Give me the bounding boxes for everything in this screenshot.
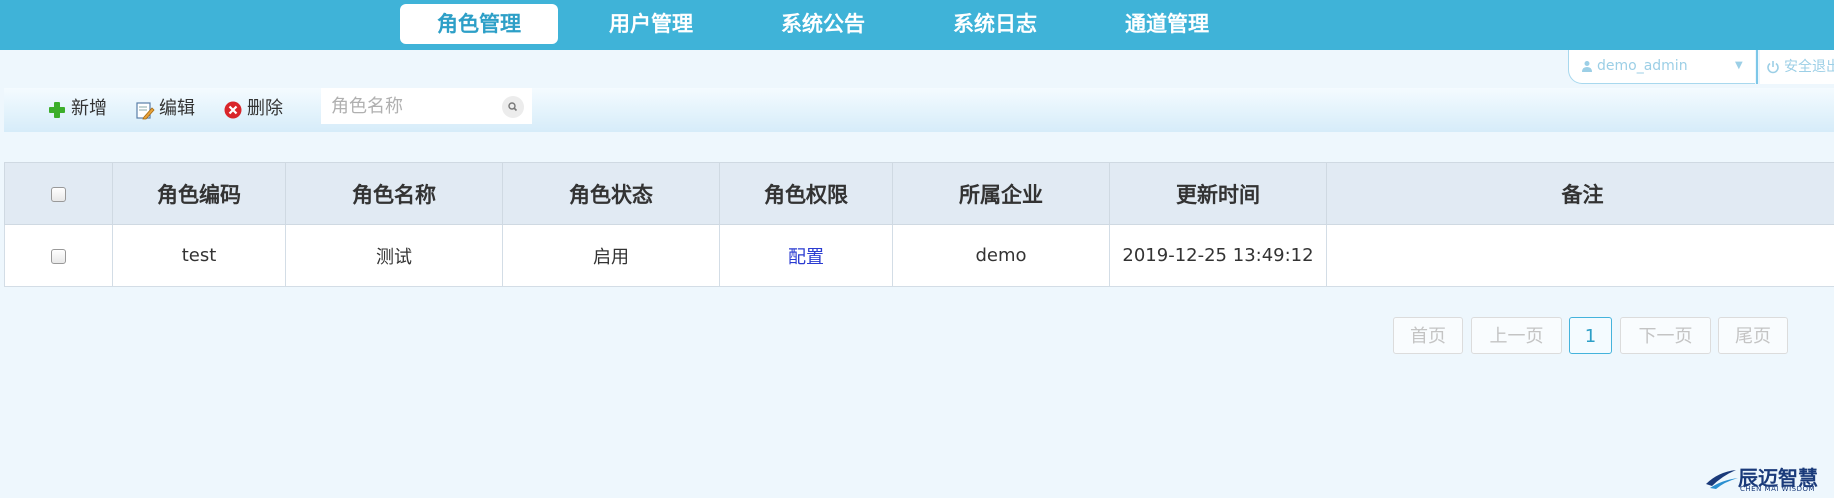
chevron-down-icon: ▼	[1735, 60, 1743, 71]
add-label: 新增	[71, 98, 107, 119]
search-input[interactable]	[321, 88, 501, 124]
delete-label: 删除	[247, 98, 283, 119]
tab-channel-management[interactable]: 通道管理	[1104, 4, 1230, 44]
column-header[interactable]: 所属企业	[892, 162, 1110, 225]
select-all-cell	[4, 162, 113, 225]
select-all-checkbox[interactable]	[51, 187, 66, 202]
last-page-button[interactable]: 尾页	[1718, 317, 1788, 354]
user-bar: demo_admin ▼ 安全退出	[1568, 50, 1834, 84]
user-name: demo_admin	[1597, 58, 1688, 74]
search-box	[321, 88, 532, 124]
remark-cell	[1326, 224, 1834, 287]
logout-button[interactable]: 安全退出	[1760, 50, 1834, 84]
next-page-button[interactable]: 下一页	[1620, 317, 1711, 354]
first-page-button[interactable]: 首页	[1393, 317, 1463, 354]
tab-system-notice[interactable]: 系统公告	[760, 4, 886, 44]
role-name-cell: 测试	[285, 224, 503, 287]
tab-system-log[interactable]: 系统日志	[932, 4, 1058, 44]
column-header[interactable]: 角色状态	[502, 162, 720, 225]
tab-user-management[interactable]: 用户管理	[588, 4, 714, 44]
column-header[interactable]: 角色名称	[285, 162, 503, 225]
column-header[interactable]: 更新时间	[1109, 162, 1327, 225]
top-nav: 角色管理 用户管理 系统公告 系统日志 通道管理	[0, 0, 1834, 50]
role-code-cell: test	[112, 224, 286, 287]
add-button[interactable]: 新增	[47, 96, 107, 122]
delete-button[interactable]: 删除	[223, 96, 283, 122]
column-header[interactable]: 备注	[1326, 162, 1834, 225]
row-select-cell	[4, 224, 113, 287]
edit-button[interactable]: 编辑	[135, 96, 195, 122]
toolbar: 新增 编辑 删除	[4, 88, 1834, 132]
role-permission-cell: 配置	[719, 224, 893, 287]
search-icon	[508, 102, 518, 112]
search-button[interactable]	[502, 96, 524, 118]
logo-swoosh-icon	[1706, 470, 1738, 489]
company-logo: 辰迈智慧 CHEN MAI WISDOM	[1704, 462, 1828, 494]
table-row[interactable]: test 测试 启用 配置 demo 2019-12-25 13:49:12	[4, 224, 1834, 287]
column-header[interactable]: 角色权限	[719, 162, 893, 225]
logout-label: 安全退出	[1784, 59, 1834, 75]
user-menu[interactable]: demo_admin ▼	[1568, 50, 1755, 84]
power-icon	[1767, 61, 1779, 74]
column-header[interactable]: 角色编码	[112, 162, 286, 225]
user-icon	[1582, 61, 1592, 72]
table-header-row: 角色编码 角色名称 角色状态 角色权限 所属企业 更新时间 备注	[4, 162, 1834, 225]
row-checkbox[interactable]	[51, 248, 66, 264]
role-status-cell: 启用	[502, 224, 720, 287]
tab-role-management[interactable]: 角色管理	[400, 4, 558, 44]
role-table: 角色编码 角色名称 角色状态 角色权限 所属企业 更新时间 备注 test 测试…	[4, 162, 1834, 287]
edit-label: 编辑	[159, 98, 195, 119]
plus-icon	[49, 102, 65, 118]
current-page-button[interactable]: 1	[1569, 317, 1612, 354]
user-divider	[1756, 50, 1758, 84]
configure-permission-link[interactable]: 配置	[788, 247, 824, 268]
company-cell: demo	[892, 224, 1110, 287]
prev-page-button[interactable]: 上一页	[1471, 317, 1562, 354]
updated-time-cell: 2019-12-25 13:49:12	[1109, 224, 1327, 287]
delete-icon	[224, 101, 242, 119]
edit-icon	[136, 102, 155, 120]
logo-subtitle: CHEN MAI WISDOM	[1740, 485, 1816, 493]
